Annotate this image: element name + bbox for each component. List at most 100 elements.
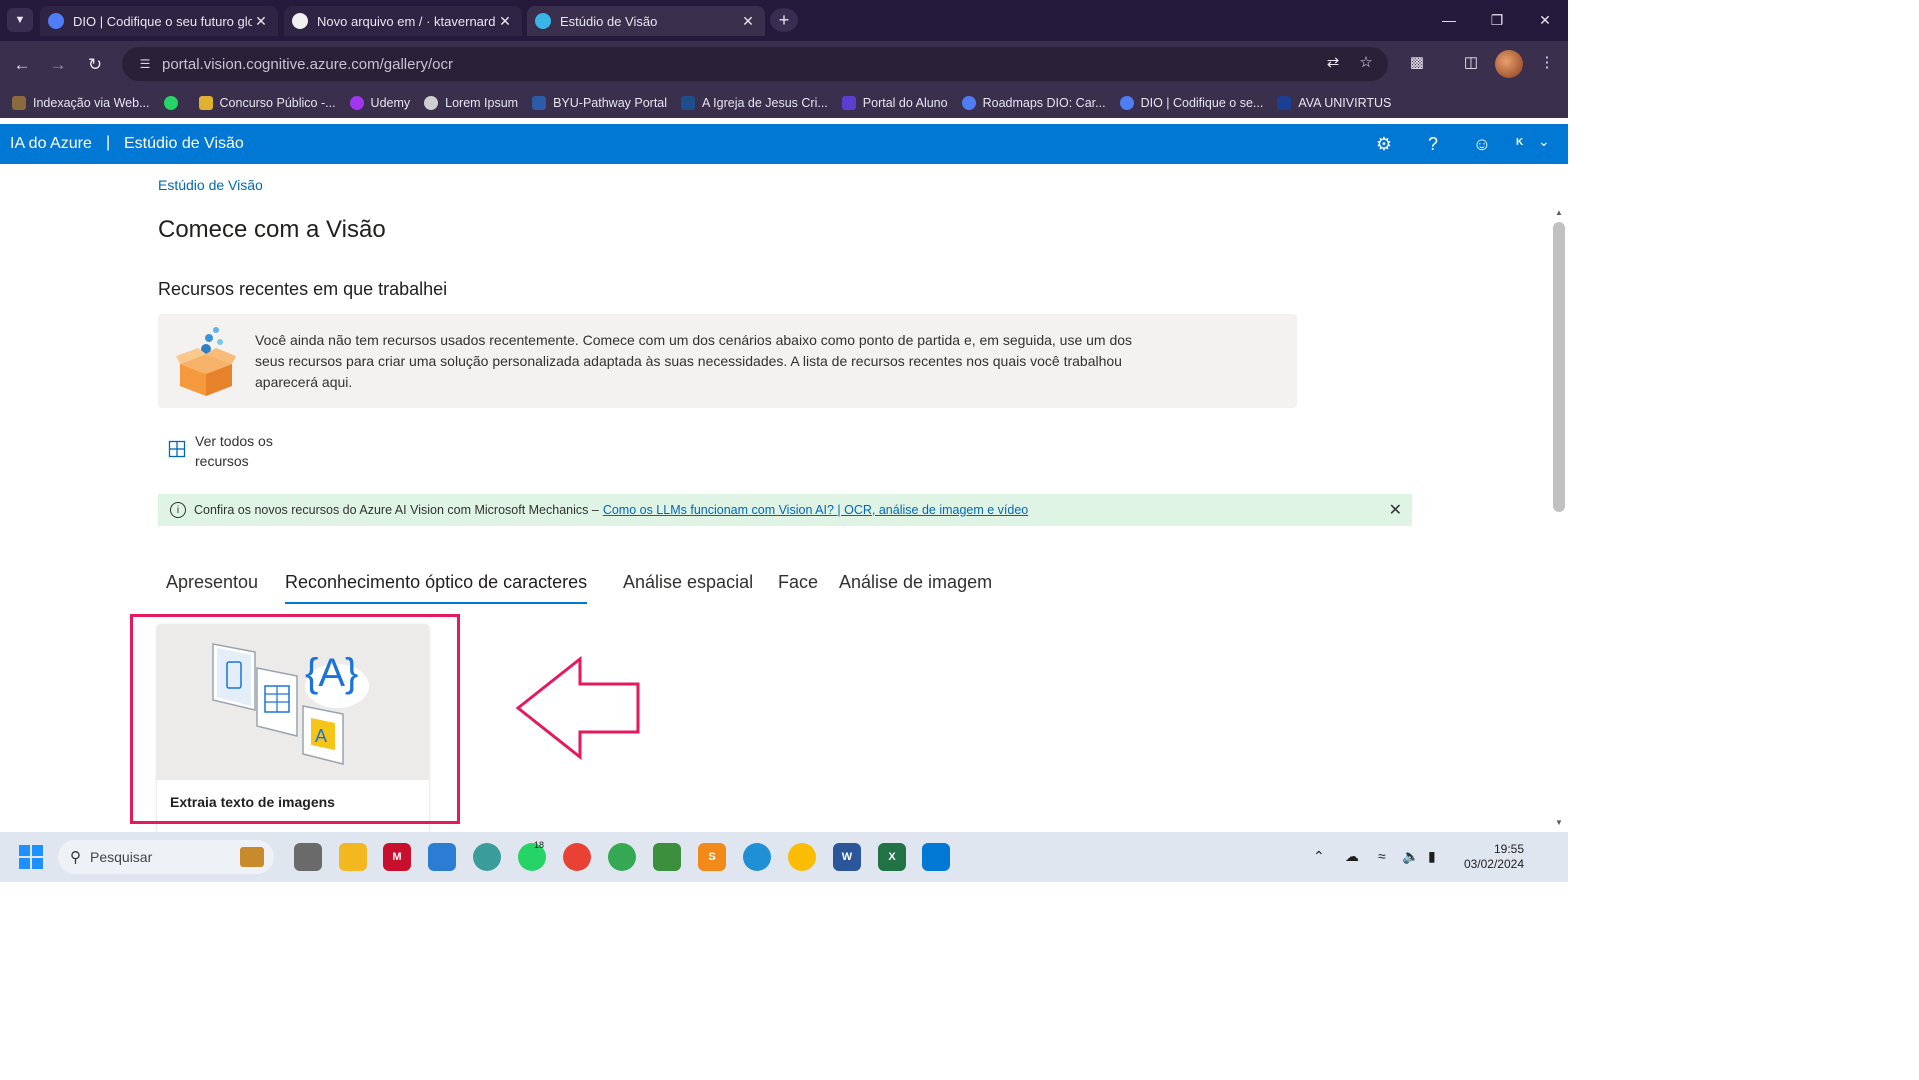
volume-icon[interactable]: 🔈 bbox=[1402, 848, 1419, 865]
clock-date: 03/02/2024 bbox=[1463, 857, 1524, 871]
system-clock[interactable]: 19:55 03/02/2024 bbox=[1460, 842, 1524, 872]
bookmark-label: AVA UNIVIRTUS bbox=[1298, 96, 1392, 110]
azure-vision-icon bbox=[535, 13, 551, 29]
windows-start-icon[interactable] bbox=[18, 844, 44, 870]
wifi-icon[interactable]: ≈ bbox=[1378, 848, 1386, 864]
excel-icon[interactable]: X bbox=[878, 843, 906, 871]
scroll-down-icon[interactable]: ▼ bbox=[1555, 818, 1563, 827]
github-icon bbox=[292, 13, 308, 29]
pointer-arrow-icon bbox=[515, 656, 640, 760]
search-icon: ⚲ bbox=[70, 849, 81, 866]
close-icon[interactable]: ✕ bbox=[739, 13, 757, 30]
page-scrollbar[interactable]: ▲ ▼ bbox=[1550, 205, 1568, 832]
notepad-icon[interactable] bbox=[428, 843, 456, 871]
see-all-resources-link[interactable]: Ver todos os recursos bbox=[168, 431, 290, 471]
reload-button[interactable]: ↻ bbox=[81, 51, 109, 79]
settings-gear-icon[interactable]: ⚙ bbox=[1371, 132, 1397, 156]
reload-icon: ↻ bbox=[87, 55, 103, 74]
more-menu-icon[interactable]: ⋮ bbox=[1534, 49, 1560, 75]
bookmark-item[interactable]: Roadmaps DIO: Car... bbox=[961, 96, 1106, 110]
extensions-icon[interactable]: ▩ bbox=[1404, 49, 1430, 75]
see-all-resources-label: Ver todos os recursos bbox=[195, 433, 273, 469]
recent-resources-title: Recursos recentes em que trabalhei bbox=[158, 279, 448, 299]
vscode-icon[interactable] bbox=[922, 843, 950, 871]
close-window-button[interactable]: ✕ bbox=[1522, 8, 1568, 32]
close-icon[interactable]: ✕ bbox=[496, 13, 514, 30]
whatsapp-icon bbox=[163, 96, 178, 110]
tray-overflow-icon[interactable]: ⌃ bbox=[1313, 848, 1325, 865]
bookmark-favicon-icon bbox=[12, 96, 26, 110]
bookmark-item[interactable]: DIO | Codifique o se... bbox=[1119, 96, 1263, 110]
feedback-smiley-icon[interactable]: ☺ bbox=[1469, 132, 1495, 156]
mcafee-icon[interactable]: M bbox=[383, 843, 411, 871]
word-icon[interactable]: W bbox=[833, 843, 861, 871]
browser-tab-github[interactable]: Novo arquivo em / · ktavernard ✕ bbox=[284, 6, 522, 36]
bookmark-item[interactable]: A Igreja de Jesus Cri... bbox=[681, 96, 828, 110]
battery-icon[interactable]: ▮ bbox=[1428, 848, 1436, 865]
task-view-icon[interactable] bbox=[294, 843, 322, 871]
minimize-button[interactable]: — bbox=[1426, 8, 1472, 32]
selected-tab-indicator bbox=[285, 602, 588, 604]
bookmark-item[interactable]: Lorem Ipsum bbox=[424, 96, 518, 110]
site-info-icon[interactable]: ☰ bbox=[130, 57, 160, 71]
tab-title: Novo arquivo em / · ktavernard bbox=[317, 13, 496, 29]
forward-button[interactable]: → bbox=[44, 51, 72, 79]
brand-link[interactable]: IA do Azure bbox=[10, 135, 92, 153]
recent-resources-empty-panel: Você ainda não tem recursos usados recen… bbox=[158, 314, 1297, 408]
info-icon: i bbox=[170, 502, 186, 518]
bookmark-label: Roadmaps DIO: Car... bbox=[982, 96, 1106, 110]
tab-search-button[interactable]: ▼ bbox=[7, 8, 33, 32]
help-icon[interactable]: ? bbox=[1420, 132, 1446, 156]
clock-time: 19:55 bbox=[1493, 842, 1524, 856]
side-panel-icon[interactable]: ◫ bbox=[1458, 49, 1484, 75]
tab-face[interactable]: Face bbox=[778, 567, 818, 598]
close-icon[interactable]: ✕ bbox=[252, 13, 270, 30]
chevron-down-icon[interactable]: ⌄ bbox=[1538, 133, 1550, 150]
bookmark-item[interactable]: BYU-Pathway Portal bbox=[532, 96, 667, 110]
tab-ocr[interactable]: Reconhecimento óptico de caracteres bbox=[285, 567, 588, 604]
address-bar[interactable]: ☰ portal.vision.cognitive.azure.com/gall… bbox=[122, 47, 1388, 81]
sublime-text-icon[interactable]: S bbox=[698, 843, 726, 871]
recent-resources-message: Você ainda não tem recursos usados recen… bbox=[255, 332, 1133, 390]
user-initial[interactable]: K bbox=[1516, 137, 1523, 148]
bookmark-favicon-icon bbox=[198, 96, 213, 110]
banner-link[interactable]: Como os LLMs funcionam com Vision AI? | … bbox=[603, 503, 1028, 517]
chrome-icon[interactable] bbox=[563, 843, 591, 871]
chrome-profile-icon[interactable] bbox=[608, 843, 636, 871]
bookmark-item[interactable]: Indexação via Web... bbox=[12, 96, 150, 110]
studio-link[interactable]: Estúdio de Visão bbox=[124, 135, 244, 153]
bookmark-star-icon[interactable]: ☆ bbox=[1353, 49, 1379, 75]
bookmark-item[interactable]: Concurso Público -... bbox=[198, 96, 336, 110]
browser-tab-dio[interactable]: DIO | Codifique o seu futuro glo ✕ bbox=[40, 6, 278, 36]
new-tab-button[interactable]: + bbox=[770, 8, 798, 32]
dio-icon bbox=[48, 13, 64, 29]
tab-spatial-analysis[interactable]: Análise espacial bbox=[623, 567, 753, 598]
browser-tab-vision-studio[interactable]: Estúdio de Visão ✕ bbox=[527, 6, 765, 36]
taskbar-search-placeholder: Pesquisar bbox=[90, 849, 153, 865]
file-explorer-icon[interactable] bbox=[339, 843, 367, 871]
scroll-up-icon[interactable]: ▲ bbox=[1555, 208, 1563, 217]
translate-icon[interactable]: ⇄ bbox=[1320, 49, 1346, 75]
breadcrumb[interactable]: Estúdio de Visão bbox=[158, 177, 263, 193]
url-text[interactable]: portal.vision.cognitive.azure.com/galler… bbox=[162, 56, 453, 73]
close-icon[interactable]: ✕ bbox=[1389, 500, 1402, 520]
header-separator: | bbox=[106, 134, 111, 151]
bookmark-item[interactable]: Udemy bbox=[349, 96, 410, 110]
tab-featured[interactable]: Apresentou bbox=[166, 567, 258, 598]
tab-image-analysis[interactable]: Análise de imagem bbox=[839, 567, 992, 598]
taskbar-search[interactable]: ⚲ Pesquisar bbox=[58, 840, 274, 874]
chrome-alt-icon[interactable] bbox=[788, 843, 816, 871]
back-button[interactable]: ← bbox=[8, 51, 36, 79]
bookmark-item[interactable]: AVA UNIVIRTUS bbox=[1277, 96, 1391, 110]
profile-avatar[interactable] bbox=[1495, 50, 1523, 78]
onedrive-icon[interactable]: ☁ bbox=[1345, 848, 1359, 865]
bookmark-item[interactable]: Portal do Aluno bbox=[841, 96, 948, 110]
edge-dev-icon[interactable] bbox=[473, 843, 501, 871]
dio-icon bbox=[1119, 96, 1134, 110]
node-icon[interactable] bbox=[653, 843, 681, 871]
scrollbar-thumb[interactable] bbox=[1553, 222, 1565, 512]
restore-button[interactable]: ❐ bbox=[1474, 8, 1520, 32]
edge-icon[interactable] bbox=[743, 843, 771, 871]
bookmark-item-whatsapp[interactable] bbox=[163, 96, 185, 110]
bookmark-label: A Igreja de Jesus Cri... bbox=[702, 96, 828, 110]
